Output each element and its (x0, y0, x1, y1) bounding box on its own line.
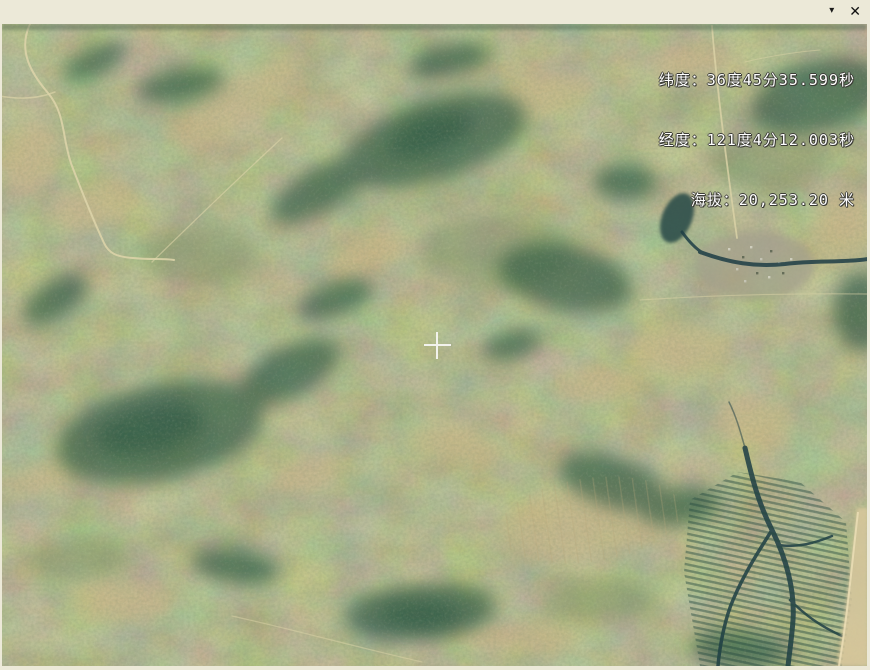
tab-map-window-label: 地图窗口 (0, 4, 45, 21)
tab-bar-controls: ▾ ✕ (829, 0, 861, 22)
tab-3d-window-label: 3D窗口 (0, 3, 32, 20)
longitude-readout: 经度：121度4分12.003秒 (659, 130, 855, 150)
tab-bar: 地图窗口 3D窗口 ▾ ✕ (0, 0, 870, 22)
latitude-readout: 纬度：36度45分35.599秒 (659, 70, 855, 90)
altitude-readout: 海拔：20,253.20 米 (659, 190, 855, 210)
close-icon[interactable]: ✕ (849, 4, 861, 18)
satellite-map-viewport[interactable]: 纬度：36度45分35.599秒 经度：121度4分12.003秒 海拔：20,… (2, 24, 867, 666)
map-frame: 纬度：36度45分35.599秒 经度：121度4分12.003秒 海拔：20,… (0, 22, 870, 670)
3d-map-window: 地图窗口 3D窗口 ▾ ✕ (0, 0, 870, 670)
tab-list-dropdown-icon[interactable]: ▾ (829, 6, 834, 16)
coordinate-overlay: 纬度：36度45分35.599秒 经度：121度4分12.003秒 海拔：20,… (659, 30, 855, 250)
